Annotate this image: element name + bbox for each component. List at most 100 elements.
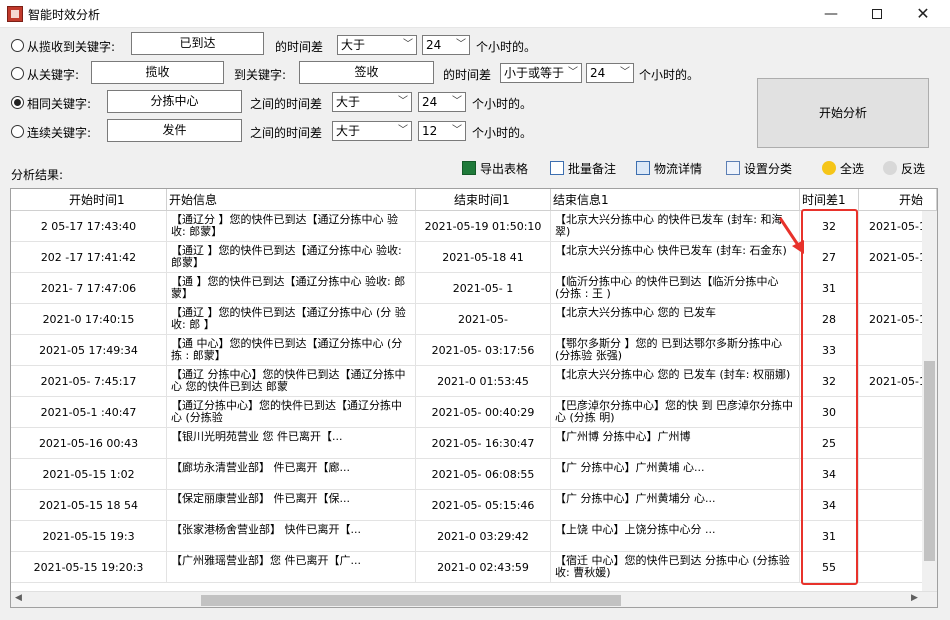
table-row[interactable]: 2021-05- 7:45:17 【通辽 分拣中心】您的快件已到达【通辽分拣中心 … bbox=[11, 366, 937, 397]
header-start-time[interactable]: 开始时间1 bbox=[11, 189, 167, 211]
row2-hours-select[interactable]: 24 ﹀ bbox=[586, 63, 634, 83]
cell-end-time: 2021-05- bbox=[416, 304, 551, 335]
row2-compare-select[interactable]: 小于或等于 ﹀ bbox=[500, 63, 582, 83]
table-row[interactable]: 2021- 7 17:47:06 【通 】您的快件已到达【通辽分拣中心 验收: 郎… bbox=[11, 273, 937, 304]
table-row[interactable]: 2021-05-16 00:43 【银川光明苑营业 您 件已离开【... 2021-… bbox=[11, 428, 937, 459]
header-end-time[interactable]: 结束时间1 bbox=[416, 189, 551, 211]
select-all-button[interactable]: 全选 bbox=[822, 160, 864, 176]
row3-radio-label: 相同关键字: bbox=[27, 97, 92, 111]
maximize-button[interactable] bbox=[854, 0, 900, 28]
row1-keyword-input[interactable]: 已到达 bbox=[131, 32, 264, 55]
cell-start-time: 2021-05-15 18 54 bbox=[11, 490, 167, 521]
radio-same-keyword[interactable] bbox=[11, 96, 24, 109]
row2-compare-value: 小于或等于 bbox=[504, 66, 565, 80]
invert-selection-label: 反选 bbox=[901, 162, 926, 176]
row3-unit-label: 个小时的。 bbox=[472, 97, 533, 111]
list-icon bbox=[636, 161, 650, 175]
chevron-down-icon: ﹀ bbox=[568, 67, 578, 78]
cell-end-time: 2021-05- 06:08:55 bbox=[416, 459, 551, 490]
chevron-down-icon: ﹀ bbox=[398, 96, 408, 107]
analysis-form: 从揽收到关键字: 已到达 的时间差 大于 ﹀ 24 ﹀ 个小时的。 从关键字: 揽收… bbox=[0, 28, 950, 158]
cell-end-time: 2021-05- 16:30:47 bbox=[416, 428, 551, 459]
horizontal-scrollbar[interactable]: ◀ ▶ bbox=[11, 591, 937, 607]
export-table-button[interactable]: 导出表格 bbox=[462, 160, 528, 176]
row3-hours-select[interactable]: 24 ﹀ bbox=[418, 92, 466, 112]
red-arrow-icon bbox=[778, 217, 804, 254]
logistics-detail-button[interactable]: 物流详情 bbox=[636, 160, 702, 176]
select-all-label: 全选 bbox=[840, 162, 865, 176]
cell-start-time: 2021-05-1 :40:47 bbox=[11, 397, 167, 428]
set-category-button[interactable]: 设置分类 bbox=[726, 160, 792, 176]
logistics-detail-label: 物流详情 bbox=[654, 162, 703, 176]
cell-end-time: 2021-0 02:43:59 bbox=[416, 552, 551, 583]
cell-start-time: 2 05-17 17:43:40 bbox=[11, 211, 167, 242]
minimize-button[interactable]: — bbox=[808, 0, 854, 28]
row1-hours-select[interactable]: 24 ﹀ bbox=[422, 35, 470, 55]
row2-to-keyword-input[interactable]: 签收 bbox=[299, 61, 434, 84]
invert-selection-button[interactable]: 反选 bbox=[883, 160, 925, 176]
row3-compare-select[interactable]: 大于 ﹀ bbox=[332, 92, 412, 112]
row2-from-keyword-input[interactable]: 揽收 bbox=[91, 61, 224, 84]
cell-end-info: 【宿迁 中心】您的快件已到达 分拣中心 (分拣验收: 曹秋媛) bbox=[551, 552, 800, 583]
cell-start-time: 2021-05-15 19:20:3 bbox=[11, 552, 167, 583]
chevron-down-icon: ﹀ bbox=[398, 125, 408, 136]
table-row[interactable]: 2021-05 17:49:34 【通 中心】您的快件已到达【通辽分拣中心 (分拣… bbox=[11, 335, 937, 366]
scroll-right-icon[interactable]: ▶ bbox=[911, 593, 918, 603]
row4-compare-value: 大于 bbox=[336, 124, 361, 138]
lightbulb-icon bbox=[883, 161, 897, 175]
row4-hours-value: 12 bbox=[422, 124, 438, 138]
vertical-scrollbar[interactable] bbox=[922, 211, 937, 591]
radio-keyword-to-keyword[interactable] bbox=[11, 67, 24, 80]
cell-end-info: 【广州博 分拣中心】广州博 bbox=[551, 428, 800, 459]
cell-start-info: 【通辽 】您的快件已到达【通辽分拣中心 (分 验收: 郎 】 bbox=[167, 304, 416, 335]
radio-consecutive-keyword[interactable] bbox=[11, 125, 24, 138]
chevron-down-icon: ﹀ bbox=[456, 39, 466, 50]
table-row[interactable]: 2021-05-1 :40:47 【通辽分拣中心】您的快件已到达【通辽分拣中心 (… bbox=[11, 397, 937, 428]
radio-pickup-to-keyword[interactable] bbox=[11, 39, 24, 52]
export-table-label: 导出表格 bbox=[480, 162, 529, 176]
row3-keyword-input[interactable]: 分拣中心 bbox=[107, 90, 242, 113]
cell-end-info: 【北京大兴分拣中心 您的 已发车 (封车: 权丽娜) bbox=[551, 366, 800, 397]
cell-start-time: 2021-05-16 00:43 bbox=[11, 428, 167, 459]
row4-diff-label: 之间的时间差 bbox=[250, 126, 323, 140]
table-row[interactable]: 2021-05-15 19:3 【张家港杨舍营业部】 快件已离开【... 2021-… bbox=[11, 521, 937, 552]
cell-end-time: 2021-0 01:53:45 bbox=[416, 366, 551, 397]
cell-start-info: 【保定丽康营业部】 件已离开【保... bbox=[167, 490, 416, 521]
highlight-box bbox=[801, 209, 858, 585]
cell-start-time: 2021-05-15 19:3 bbox=[11, 521, 167, 552]
row4-compare-select[interactable]: 大于 ﹀ bbox=[332, 121, 412, 141]
row2-diff-label: 的时间差 bbox=[443, 68, 492, 82]
cell-end-info: 【临沂分拣中心 的快件已到达【临沂分拣中心 (分拣 : 王 ) bbox=[551, 273, 800, 304]
row1-unit-label: 个小时的。 bbox=[476, 40, 537, 54]
scroll-left-icon[interactable]: ◀ bbox=[15, 593, 22, 603]
note-icon bbox=[550, 161, 564, 175]
start-analysis-button[interactable]: 开始分析 bbox=[757, 78, 929, 148]
header-start-info[interactable]: 开始信息 bbox=[167, 189, 416, 211]
row2-unit-label: 个小时的。 bbox=[639, 68, 700, 82]
row3-compare-value: 大于 bbox=[336, 95, 361, 109]
row4-keyword-input[interactable]: 发件 bbox=[107, 119, 242, 142]
cell-start-time: 2021-0 17:40:15 bbox=[11, 304, 167, 335]
cell-start-info: 【广州雅瑶营业部】您 件已离开【广... bbox=[167, 552, 416, 583]
close-button[interactable]: ✕ bbox=[900, 0, 946, 28]
table-row[interactable]: 2021-05-15 19:20:3 【广州雅瑶营业部】您 件已离开【广... 20… bbox=[11, 552, 937, 583]
row1-compare-value: 大于 bbox=[341, 38, 366, 52]
row4-hours-select[interactable]: 12 ﹀ bbox=[418, 121, 466, 141]
batch-note-button[interactable]: 批量备注 bbox=[550, 160, 616, 176]
row1-radio-label: 从揽收到关键字: bbox=[27, 40, 116, 54]
cell-end-info: 【巴彦淖尔分拣中心】您的快 到 巴彦淖尔分拣中心 (分拣 明) bbox=[551, 397, 800, 428]
header-next-start[interactable]: 开始 bbox=[859, 189, 937, 211]
title-bar: 智能时效分析 — ✕ bbox=[0, 0, 950, 28]
vertical-scroll-thumb[interactable] bbox=[924, 361, 935, 561]
cell-start-info: 【通辽分拣中心】您的快件已到达【通辽分拣中心 (分拣验 bbox=[167, 397, 416, 428]
header-end-info[interactable]: 结束信息1 bbox=[551, 189, 800, 211]
row2-to-label: 到关键字: bbox=[234, 68, 287, 82]
row1-compare-select[interactable]: 大于 ﹀ bbox=[337, 35, 417, 55]
table-row[interactable]: 2021-0 17:40:15 【通辽 】您的快件已到达【通辽分拣中心 (分 验收… bbox=[11, 304, 937, 335]
table-row[interactable]: 2021-05-15 1:02 【廊坊永清营业部】 件已离开【廊... 2021-0… bbox=[11, 459, 937, 490]
cell-start-time: 2021-05- 7:45:17 bbox=[11, 366, 167, 397]
results-label: 分析结果: bbox=[11, 168, 64, 182]
horizontal-scroll-thumb[interactable] bbox=[201, 595, 621, 606]
table-row[interactable]: 2021-05-15 18 54 【保定丽康营业部】 件已离开【保... 2021-… bbox=[11, 490, 937, 521]
cell-end-info: 【广 分拣中心】广州黄埔分 心... bbox=[551, 490, 800, 521]
